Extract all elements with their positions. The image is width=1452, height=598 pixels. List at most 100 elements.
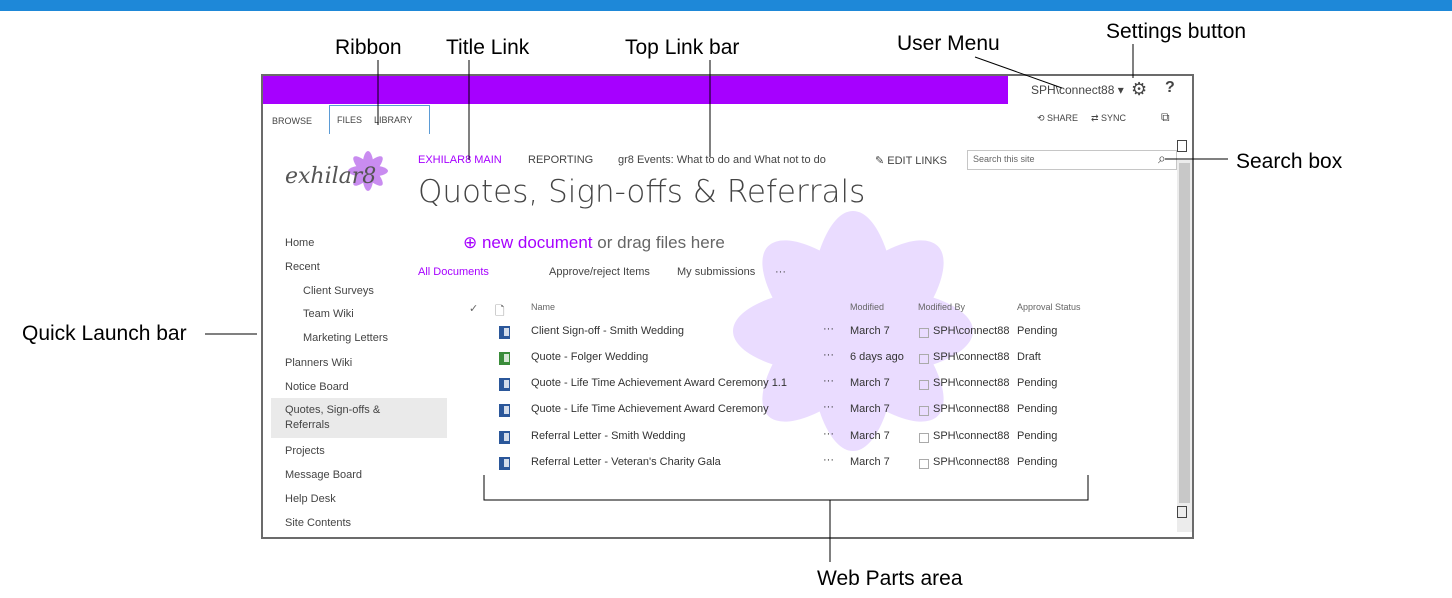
search-input[interactable]: Search this site xyxy=(967,150,1177,170)
presence-icon xyxy=(919,354,929,364)
suite-bar: SPH\connect88 ▾ ⚙ ? xyxy=(263,76,1192,104)
word-doc-icon xyxy=(499,431,510,444)
sync-button[interactable]: ⇄ SYNC xyxy=(1091,113,1126,124)
row-modified-by[interactable]: SPH\connect88 xyxy=(933,325,1009,337)
select-all-check-icon[interactable]: ✓ xyxy=(469,302,478,315)
page-title: Quotes, Sign-offs & Referrals xyxy=(418,174,866,210)
pencil-icon: ✎ xyxy=(875,155,888,167)
tab-files-library-group: FILES LIBRARY xyxy=(329,105,430,134)
callout-search-box: Search box xyxy=(1236,150,1343,173)
row-name[interactable]: Referral Letter - Veteran's Charity Gala xyxy=(531,456,721,468)
view-my-submissions[interactable]: My submissions xyxy=(677,266,755,278)
ql-client-surveys[interactable]: Client Surveys xyxy=(303,285,374,297)
callout-web-parts: Web Parts area xyxy=(817,567,963,590)
ql-home[interactable]: Home xyxy=(285,237,314,249)
callout-quick-launch: Quick Launch bar xyxy=(22,322,187,345)
row-status: Pending xyxy=(1017,325,1058,337)
ql-message-board[interactable]: Message Board xyxy=(285,469,362,481)
col-modified-by[interactable]: Modified By xyxy=(918,302,965,312)
help-icon[interactable]: ? xyxy=(1165,79,1175,97)
row-name[interactable]: Quote - Life Time Achievement Award Cere… xyxy=(531,377,787,389)
word-doc-draft-icon xyxy=(499,352,510,365)
file-type-icon: 🗋 xyxy=(495,304,505,318)
row-menu-icon[interactable]: ··· xyxy=(823,375,834,387)
scrollbar-thumb[interactable] xyxy=(1179,163,1190,503)
row-modified: March 7 xyxy=(850,377,890,389)
user-menu[interactable]: SPH\connect88 ▾ xyxy=(1031,83,1124,97)
ql-marketing-letters[interactable]: Marketing Letters xyxy=(303,332,388,344)
row-status: Pending xyxy=(1017,456,1058,468)
presence-icon xyxy=(919,328,929,338)
row-modified: 6 days ago xyxy=(850,351,904,363)
ql-recent[interactable]: Recent xyxy=(285,261,320,273)
presence-icon xyxy=(919,459,929,469)
row-modified-by[interactable]: SPH\connect88 xyxy=(933,351,1009,363)
share-button[interactable]: ⟲ SHARE xyxy=(1037,113,1078,124)
presence-icon xyxy=(919,406,929,416)
row-status: Pending xyxy=(1017,430,1058,442)
ql-quotes-cont[interactable]: Referrals xyxy=(285,419,330,431)
row-modified-by[interactable]: SPH\connect88 xyxy=(933,403,1009,415)
scrollbar[interactable] xyxy=(1177,160,1192,532)
tab-library[interactable]: LIBRARY xyxy=(374,106,412,134)
word-doc-icon xyxy=(499,326,510,339)
callout-ribbon: Ribbon xyxy=(335,36,402,59)
view-approve-reject[interactable]: Approve/reject Items xyxy=(549,266,650,278)
title-link[interactable]: EXHILAR8 MAIN xyxy=(418,154,502,166)
col-name[interactable]: Name xyxy=(531,302,555,312)
word-doc-icon xyxy=(499,378,510,391)
row-menu-icon[interactable]: ··· xyxy=(823,349,834,361)
ql-site-contents[interactable]: Site Contents xyxy=(285,517,351,529)
row-modified: March 7 xyxy=(850,325,890,337)
word-doc-icon xyxy=(499,404,510,417)
row-status: Draft xyxy=(1017,351,1041,363)
tab-browse[interactable]: BROWSE xyxy=(266,107,318,133)
search-icon[interactable]: ⌕ xyxy=(1158,150,1166,167)
focus-icon[interactable]: ⧉ xyxy=(1161,110,1170,125)
ql-team-wiki[interactable]: Team Wiki xyxy=(303,308,354,320)
maximize-icon[interactable] xyxy=(1177,140,1187,152)
row-menu-icon[interactable]: ··· xyxy=(823,454,834,466)
site-logo-text[interactable]: exhilar8 xyxy=(285,164,376,189)
callout-settings-button: Settings button xyxy=(1106,20,1247,43)
restore-icon[interactable] xyxy=(1177,506,1187,518)
row-name[interactable]: Quote - Life Time Achievement Award Cere… xyxy=(531,403,769,415)
row-modified-by[interactable]: SPH\connect88 xyxy=(933,456,1009,468)
sharepoint-window: SPH\connect88 ▾ ⚙ ? BROWSE FILES LIBRARY… xyxy=(261,74,1194,539)
share-icon: ⟲ xyxy=(1037,113,1048,123)
top-accent-strip xyxy=(0,0,1452,11)
view-all-documents[interactable]: All Documents xyxy=(418,266,489,278)
ql-planners-wiki[interactable]: Planners Wiki xyxy=(285,357,352,369)
row-name[interactable]: Quote - Folger Wedding xyxy=(531,351,648,363)
plus-circle-icon: ⊕ xyxy=(463,233,482,252)
row-menu-icon[interactable]: ··· xyxy=(823,401,834,413)
presence-icon xyxy=(919,433,929,443)
presence-icon xyxy=(919,380,929,390)
row-menu-icon[interactable]: ··· xyxy=(823,323,834,335)
edit-links[interactable]: ✎ EDIT LINKS xyxy=(875,154,947,167)
col-modified[interactable]: Modified xyxy=(850,302,884,312)
row-modified: March 7 xyxy=(850,430,890,442)
top-link-reporting[interactable]: REPORTING xyxy=(528,154,593,166)
ql-help-desk[interactable]: Help Desk xyxy=(285,493,336,505)
gear-icon[interactable]: ⚙ xyxy=(1131,79,1147,100)
ql-projects[interactable]: Projects xyxy=(285,445,325,457)
views-more-icon[interactable]: ··· xyxy=(775,266,786,278)
row-status: Pending xyxy=(1017,377,1058,389)
ql-notice-board[interactable]: Notice Board xyxy=(285,381,349,393)
row-status: Pending xyxy=(1017,403,1058,415)
new-document-link[interactable]: ⊕ new document or drag files here xyxy=(463,233,725,253)
word-doc-icon xyxy=(499,457,510,470)
row-name[interactable]: Referral Letter - Smith Wedding xyxy=(531,430,685,442)
row-menu-icon[interactable]: ··· xyxy=(823,428,834,440)
row-modified-by[interactable]: SPH\connect88 xyxy=(933,377,1009,389)
tab-files[interactable]: FILES xyxy=(337,106,362,134)
row-name[interactable]: Client Sign-off - Smith Wedding xyxy=(531,325,684,337)
callout-top-link-bar: Top Link bar xyxy=(625,36,740,59)
col-approval-status[interactable]: Approval Status xyxy=(1017,302,1081,312)
top-link-gr8-events[interactable]: gr8 Events: What to do and What not to d… xyxy=(618,154,826,166)
row-modified-by[interactable]: SPH\connect88 xyxy=(933,430,1009,442)
sync-icon: ⇄ xyxy=(1091,113,1102,123)
row-modified: March 7 xyxy=(850,403,890,415)
ql-quotes[interactable]: Quotes, Sign-offs & xyxy=(285,404,380,416)
